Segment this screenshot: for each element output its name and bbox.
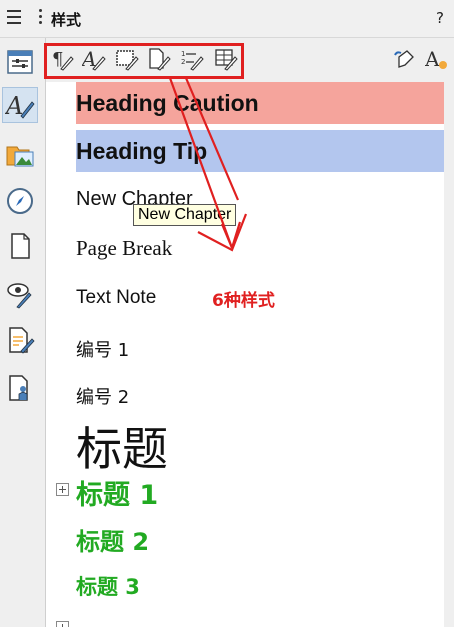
new-style-actions-button[interactable]: A	[424, 46, 450, 72]
style-item-numbering-1[interactable]: 编号 1	[76, 336, 129, 362]
annotation-label: 6种样式	[212, 291, 275, 311]
new-style-actions-icon: A	[425, 47, 447, 71]
panel-titlebar: 样式 ?	[0, 0, 454, 38]
fill-format-mode-button[interactable]	[392, 46, 418, 72]
navigator-icon	[7, 188, 33, 214]
svg-text:¶: ¶	[52, 49, 63, 70]
style-item-numbering-2[interactable]: 编号 2	[76, 383, 129, 409]
gallery-icon	[6, 146, 34, 167]
properties-icon	[7, 50, 33, 74]
sidebar-item-design[interactable]	[2, 370, 38, 406]
styles-icon: A	[5, 92, 35, 120]
page-styles-icon	[149, 48, 171, 71]
style-item-text-note[interactable]: Text Note	[76, 287, 156, 309]
tooltip: New Chapter	[133, 204, 237, 226]
frame-styles-button[interactable]	[114, 46, 140, 72]
panel-title: 样式	[51, 11, 82, 29]
table-styles-icon	[215, 49, 238, 71]
table-styles-button[interactable]	[213, 46, 239, 72]
list-styles-button[interactable]: 1 2	[179, 46, 205, 72]
sidebar-item-gallery[interactable]	[2, 136, 38, 172]
help-button[interactable]: ?	[436, 9, 444, 27]
sidebar-item-manage-changes[interactable]	[2, 322, 38, 358]
scrollbar-track[interactable]	[444, 82, 454, 627]
drag-grip-icon[interactable]	[39, 9, 43, 29]
style-item-heading-tip[interactable]: Heading Tip	[76, 138, 207, 165]
svg-text:2: 2	[181, 58, 185, 66]
styles-toolbar: ¶ A 1 2 A	[46, 38, 454, 82]
style-item-heading-1[interactable]: 标题 1	[76, 473, 158, 512]
style-item-heading-2[interactable]: 标题 2	[76, 522, 149, 557]
paragraph-styles-icon: ¶	[52, 49, 74, 71]
style-item-heading[interactable]: 标题	[76, 413, 168, 479]
expand-icon[interactable]	[56, 483, 69, 496]
hamburger-menu-icon[interactable]	[7, 10, 23, 24]
design-icon	[9, 375, 28, 401]
character-styles-button[interactable]: A	[81, 46, 107, 72]
sidebar-item-styles[interactable]: A	[2, 87, 38, 123]
sidebar-item-page[interactable]	[2, 228, 38, 264]
style-item-heading-caution[interactable]: Heading Caution	[76, 90, 259, 117]
sidebar-item-navigator[interactable]	[2, 183, 38, 219]
character-styles-icon: A	[82, 47, 106, 71]
fill-format-mode-icon	[394, 50, 414, 68]
sidebar-item-style-inspector[interactable]	[2, 276, 38, 312]
list-styles-icon: 1 2	[181, 50, 204, 71]
svg-text:A: A	[5, 92, 23, 120]
style-item-page-break[interactable]: Page Break	[76, 236, 172, 261]
manage-changes-icon	[9, 327, 35, 354]
sidebar-tabbar: A	[0, 38, 46, 627]
expand-icon[interactable]	[56, 621, 69, 627]
style-inspector-icon	[7, 283, 32, 309]
page-icon	[11, 233, 30, 259]
svg-text:1: 1	[181, 50, 185, 58]
style-item-heading-3[interactable]: 标题 3	[76, 571, 140, 601]
style-list[interactable]: Heading Caution Heading Tip New Chapter …	[46, 82, 444, 627]
page-styles-button[interactable]	[146, 46, 172, 72]
sidebar-item-properties[interactable]	[2, 44, 38, 80]
svg-text:A: A	[425, 47, 440, 71]
frame-styles-icon	[116, 50, 139, 71]
paragraph-styles-button[interactable]: ¶	[50, 46, 76, 72]
